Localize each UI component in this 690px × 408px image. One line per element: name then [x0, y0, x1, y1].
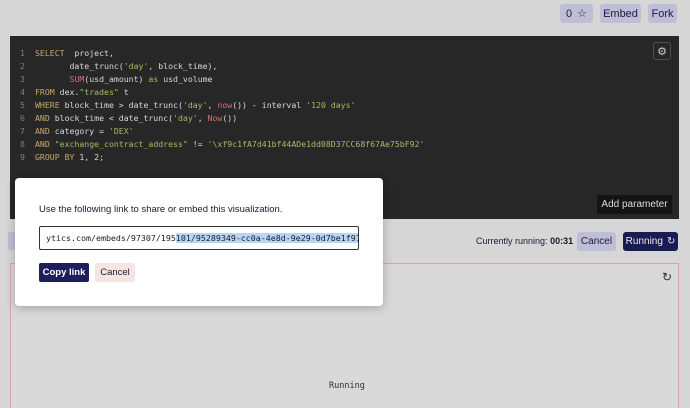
embed-modal: Use the following link to share or embed… [15, 178, 383, 306]
embed-url-text: ytics.com/embeds/97307/195101/95289349-c… [46, 233, 358, 243]
url-selected: 101/95289349-cc0a-4e8d-9e29-0d7be1f91c77 [175, 233, 358, 243]
url-unselected: ytics.com/embeds/97307/195 [46, 233, 176, 243]
modal-message: Use the following link to share or embed… [39, 204, 283, 215]
modal-cancel-button[interactable]: Cancel [95, 263, 135, 282]
embed-url-input[interactable]: ytics.com/embeds/97307/195101/95289349-c… [39, 226, 359, 250]
copy-link-button[interactable]: Copy link [39, 263, 89, 282]
